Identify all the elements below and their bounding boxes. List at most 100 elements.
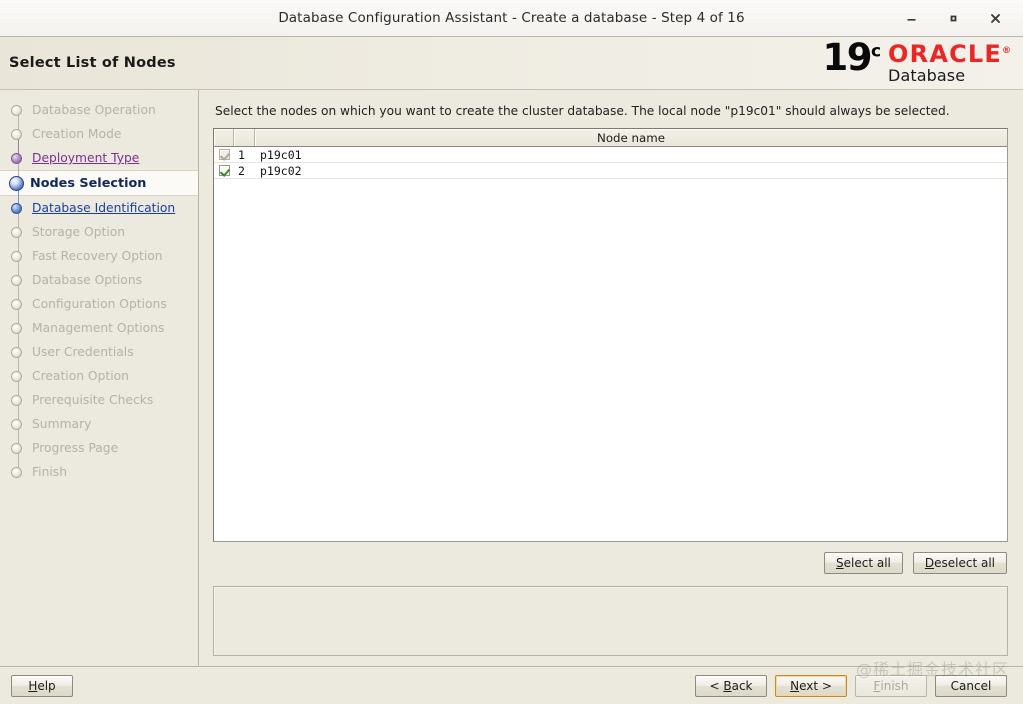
sidebar-item-label: Configuration Options [32, 297, 167, 311]
window-body: Database Operation Creation Mode Deploym… [0, 90, 1023, 666]
sidebar-item-label: Finish [32, 465, 68, 479]
step-bullet-icon [11, 250, 22, 262]
table-empty-area [214, 179, 1007, 541]
page-header: Select List of Nodes 19c ORACLE® Databas… [0, 37, 1023, 90]
select-all-label-rest: elect all [843, 556, 891, 570]
row-checkbox-cell[interactable] [214, 147, 234, 162]
column-header-index[interactable] [234, 129, 255, 146]
deselect-all-button[interactable]: Deselect all [912, 552, 1007, 574]
node-checkbox-icon [218, 149, 230, 160]
sidebar-item-database-options[interactable]: Database Options [0, 256, 198, 292]
step-bullet-icon [11, 442, 22, 454]
instruction-text: Select the nodes on which you want to cr… [215, 104, 950, 118]
sidebar-item-label: Summary [32, 417, 92, 431]
back-button[interactable]: < Back [695, 674, 767, 697]
back-label-prefix: < [709, 678, 724, 693]
finish-mnemonic: F [873, 678, 881, 693]
column-header-checkbox[interactable] [214, 129, 234, 146]
message-panel [213, 586, 1008, 656]
sidebar-item-label: Database Identification [32, 201, 176, 215]
oracle-brand-logo: 19c ORACLE® Database [822, 39, 1011, 85]
step-bullet-icon [9, 175, 24, 191]
sidebar-item-fast-recovery-option[interactable]: Fast Recovery Option [0, 232, 198, 268]
sidebar-item-label: Prerequisite Checks [32, 393, 154, 407]
sidebar-item-creation-option[interactable]: Creation Option [0, 352, 198, 388]
sidebar-item-user-credentials[interactable]: User Credentials [0, 328, 198, 364]
sidebar-item-label: Storage Option [32, 225, 126, 239]
footer-button-bar: Help < Back Next > Finish Cancel [0, 667, 1023, 704]
step-bullet-icon [11, 466, 22, 478]
node-list-table: Node name 1 p19c01 2 p19c02 [213, 128, 1008, 542]
sidebar-item-configuration-options[interactable]: Configuration Options [0, 280, 198, 316]
sidebar-item-creation-mode[interactable]: Creation Mode [0, 110, 198, 146]
select-all-button[interactable]: Select all [824, 552, 903, 574]
row-node-name: p19c02 [260, 163, 302, 178]
node-checkbox-icon[interactable] [218, 165, 230, 176]
registered-trademark-icon: ® [1002, 45, 1011, 56]
sidebar-item-label: Database Operation [32, 103, 156, 117]
minimize-icon[interactable] [901, 8, 921, 28]
step-bullet-icon [11, 274, 22, 286]
step-bullet-icon [11, 104, 22, 116]
sidebar-item-database-identification[interactable]: Database Identification [0, 184, 198, 220]
help-label-rest: elp [37, 678, 56, 693]
main-content: Select the nodes on which you want to cr… [199, 90, 1023, 666]
oracle-wordmark: ORACLE® [888, 42, 1011, 66]
sidebar-item-database-operation[interactable]: Database Operation [0, 98, 198, 122]
window-title: Database Configuration Assistant - Creat… [278, 10, 745, 26]
sidebar-item-storage-option[interactable]: Storage Option [0, 208, 198, 244]
sidebar-item-nodes-selection[interactable]: Nodes Selection [0, 159, 198, 196]
sidebar-item-deployment-type[interactable]: Deployment Type [0, 134, 198, 170]
sidebar-item-label: Progress Page [32, 441, 119, 455]
step-bullet-icon [11, 346, 22, 358]
deselect-all-mnemonic: D [924, 556, 935, 570]
row-index: 2 [238, 163, 245, 178]
step-bullet-icon [11, 298, 22, 310]
wizard-step-sidebar: Database Operation Creation Mode Deploym… [0, 90, 199, 666]
window-title-bar: Database Configuration Assistant - Creat… [0, 0, 1023, 37]
sidebar-item-prerequisite-checks[interactable]: Prerequisite Checks [0, 376, 198, 412]
oracle-wordmark-text: ORACLE [888, 39, 1002, 68]
step-bullet-icon [11, 128, 22, 140]
table-row[interactable]: 1 p19c01 [214, 147, 1007, 163]
maximize-icon[interactable] [943, 8, 963, 28]
row-checkbox-cell[interactable] [214, 163, 234, 178]
close-icon[interactable] [985, 8, 1005, 28]
table-row[interactable]: 2 p19c02 [214, 163, 1007, 179]
navigation-buttons: < Back Next > Finish Cancel [695, 674, 1007, 697]
sidebar-item-label: Nodes Selection [30, 175, 147, 191]
step-bullet-icon [11, 202, 22, 214]
help-mnemonic: H [28, 678, 38, 693]
sidebar-item-progress-page[interactable]: Progress Page [0, 424, 198, 460]
step-bullet-icon [11, 370, 22, 382]
step-bullet-icon [11, 418, 22, 430]
cancel-button[interactable]: Cancel [935, 674, 1007, 697]
table-header-row: Node name [214, 129, 1007, 147]
selection-buttons-row: Select all Deselect all [213, 542, 1008, 574]
dbca-window: Database Configuration Assistant - Creat… [0, 0, 1023, 704]
oracle-version-suffix: c [870, 41, 882, 62]
select-all-mnemonic: S [836, 556, 844, 570]
help-button[interactable]: Help [11, 674, 73, 697]
step-bullet-icon [11, 394, 22, 406]
row-index: 1 [238, 147, 245, 162]
deselect-all-label-rest: eselect all [934, 556, 995, 570]
sidebar-item-management-options[interactable]: Management Options [0, 304, 198, 340]
next-mnemonic: N [790, 678, 800, 693]
oracle-wordmark-block: ORACLE® Database [888, 42, 1011, 85]
column-header-node-name[interactable]: Node name [255, 129, 1007, 146]
sidebar-item-label: Fast Recovery Option [32, 249, 163, 263]
step-bullet-icon [11, 152, 22, 164]
sidebar-item-label: User Credentials [32, 345, 134, 359]
finish-button: Finish [855, 674, 927, 697]
back-label-rest: ack [731, 678, 753, 693]
sidebar-item-label: Management Options [32, 321, 165, 335]
sidebar-item-summary[interactable]: Summary [0, 400, 198, 436]
next-label-rest: ext > [799, 678, 832, 693]
sidebar-item-finish[interactable]: Finish [0, 448, 198, 484]
oracle-product-subtitle: Database [888, 65, 966, 85]
next-button[interactable]: Next > [775, 674, 847, 697]
sidebar-item-label: Creation Mode [32, 127, 122, 141]
oracle-version-mark: 19c [822, 39, 882, 76]
back-mnemonic: B [723, 678, 732, 693]
